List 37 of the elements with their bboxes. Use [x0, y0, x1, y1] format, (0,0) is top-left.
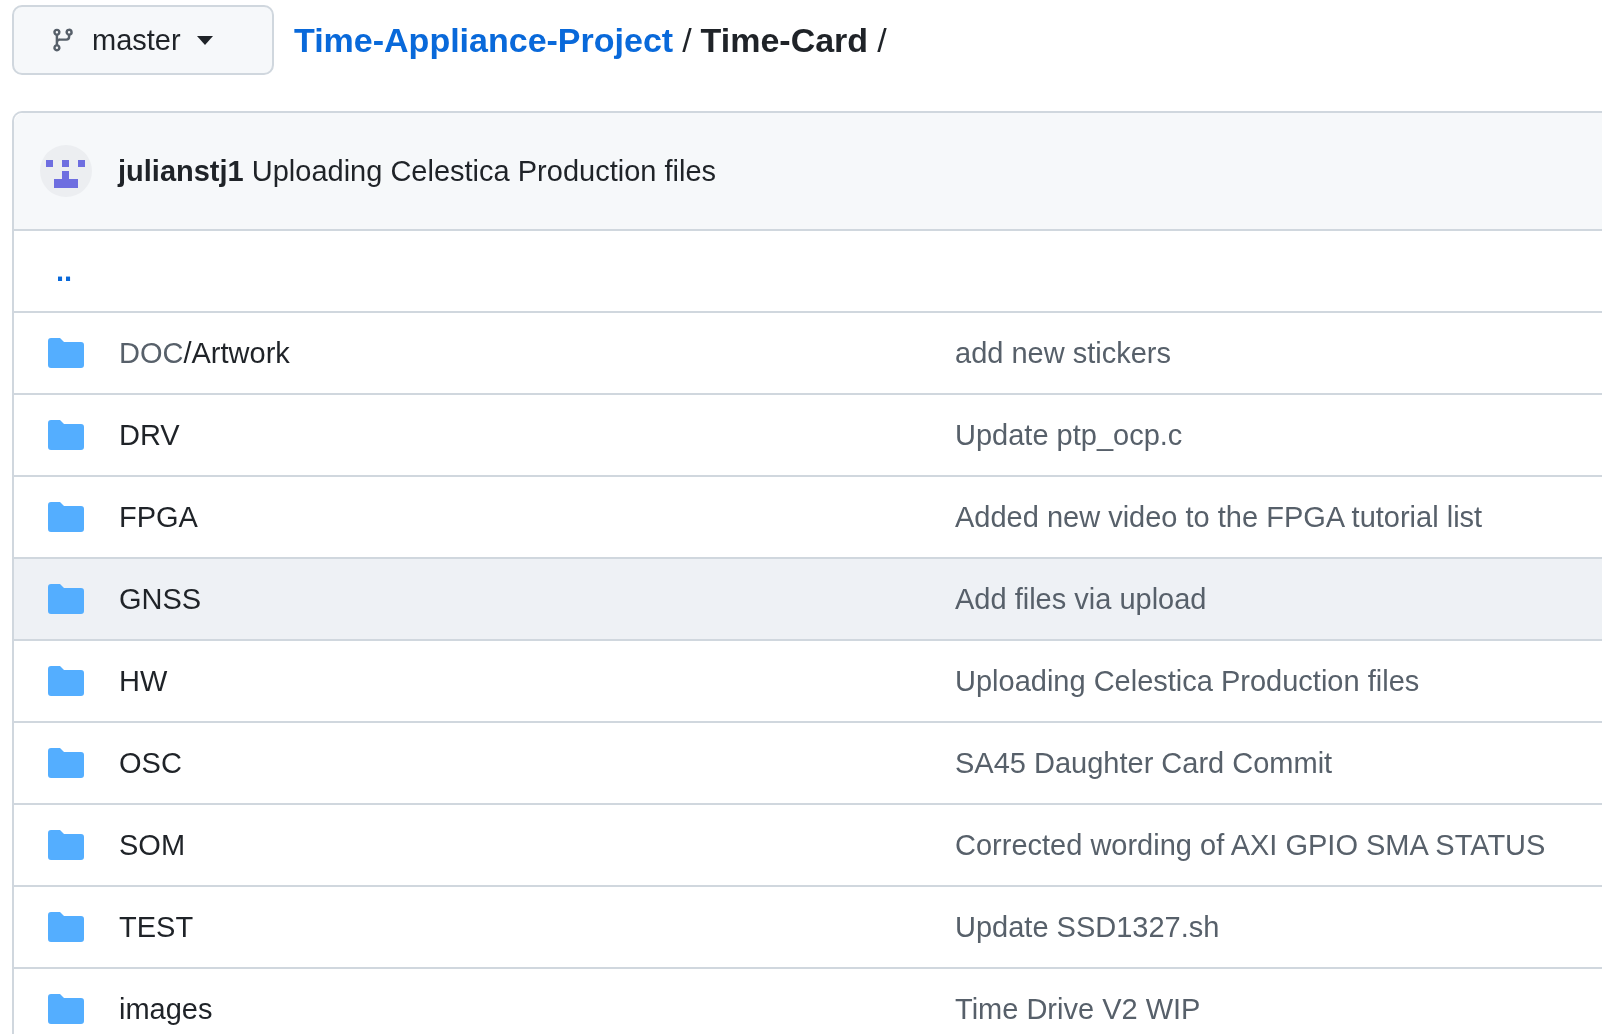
parent-directory-link[interactable]: .. [56, 254, 73, 288]
file-row[interactable]: GNSS Add files via upload [14, 557, 1602, 639]
folder-icon [48, 420, 84, 450]
commit-message-link[interactable]: Time Drive V2 WIP [955, 992, 1602, 1026]
folder-icon [48, 502, 84, 532]
folder-link[interactable]: HW [119, 664, 955, 698]
commit-message-link[interactable]: Update ptp_ocp.c [955, 418, 1602, 452]
commit-message-link[interactable]: Added new video to the FPGA tutorial list [955, 500, 1602, 534]
folder-link[interactable]: SOM [119, 828, 955, 862]
folder-icon [48, 666, 84, 696]
path-separator: / [877, 20, 887, 60]
folder-link[interactable]: TEST [119, 910, 955, 944]
commit-message-link[interactable]: Uploading Celestica Production files [955, 664, 1602, 698]
folder-link[interactable]: GNSS [119, 582, 955, 616]
path-separator: / [682, 20, 692, 60]
folder-name: Time-Card [700, 20, 869, 60]
commit-message-link[interactable]: Update SSD1327.sh [955, 910, 1602, 944]
caret-icon [196, 35, 213, 45]
folder-icon [48, 912, 84, 942]
avatar-icon [40, 145, 92, 197]
repo-link[interactable]: Time-Appliance-Project [294, 20, 674, 60]
folder-icon [48, 748, 84, 778]
folder-link[interactable]: DRV [119, 418, 955, 452]
commit-message-link[interactable]: SA45 Daughter Card Commit [955, 746, 1602, 780]
folder-icon [48, 584, 84, 614]
commit-message-link[interactable]: Add files via upload [955, 582, 1602, 616]
branch-button[interactable]: master [12, 5, 274, 75]
commit-message-link[interactable]: add new stickers [955, 336, 1602, 370]
commit-message-link[interactable]: Corrected wording of AXI GPIO SMA STATUS [955, 828, 1602, 862]
latest-commit: julianstj1 Uploading Celestica Production files [118, 154, 717, 188]
folder-link[interactable]: images [119, 992, 955, 1026]
folder-icon [48, 338, 84, 368]
folder-link[interactable]: DOC/Artwork [119, 336, 955, 370]
folder-icon [48, 830, 84, 860]
folder-link[interactable]: OSC [119, 746, 955, 780]
folder-link[interactable]: FPGA [119, 500, 955, 534]
folder-icon [48, 994, 84, 1024]
